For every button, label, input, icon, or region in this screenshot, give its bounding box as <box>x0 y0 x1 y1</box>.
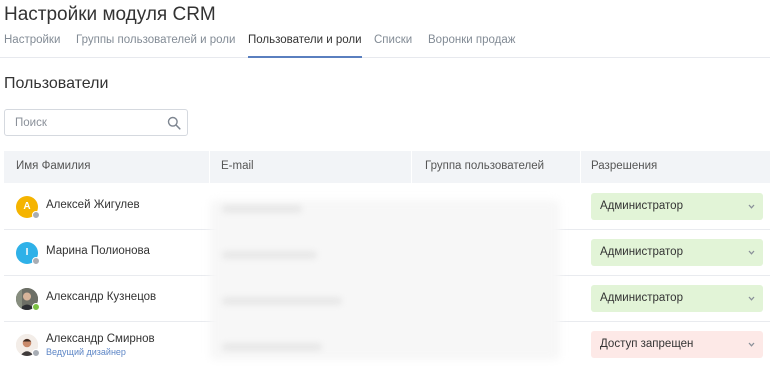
permission-select[interactable]: Доступ запрещен <box>591 331 763 358</box>
avatar-initial: А <box>23 201 31 212</box>
permission-value: Доступ запрещен <box>600 338 694 350</box>
column-divider <box>411 151 412 183</box>
section-title: Пользователи <box>4 75 109 92</box>
column-divider <box>209 151 210 183</box>
permission-value: Администратор <box>600 200 683 212</box>
avatar[interactable] <box>16 334 40 357</box>
user-role-link[interactable]: Ведущий дизайнер <box>46 347 126 357</box>
permission-select[interactable]: Администратор <box>591 285 763 312</box>
status-online-icon <box>32 303 40 311</box>
search-box <box>4 109 188 136</box>
user-name[interactable]: Александр Кузнецов <box>46 291 156 303</box>
tab-settings[interactable]: Настройки <box>4 34 60 58</box>
user-name[interactable]: Алексей Жигулев <box>46 199 140 211</box>
chevron-down-icon <box>748 342 755 347</box>
status-offline-icon <box>32 211 40 219</box>
column-header-name[interactable]: Имя Фамилия <box>16 160 90 172</box>
avatar[interactable] <box>16 288 40 311</box>
chevron-down-icon <box>748 296 755 301</box>
chevron-down-icon <box>748 250 755 255</box>
tab-lists[interactable]: Списки <box>374 34 412 58</box>
status-offline-icon <box>32 257 40 265</box>
permission-select[interactable]: Администратор <box>591 193 763 220</box>
search-icon[interactable] <box>167 116 181 130</box>
page-header: Настройки модуля CRM Настройки Группы по… <box>0 0 770 58</box>
page-title: Настройки модуля CRM <box>4 4 216 25</box>
tab-users-roles[interactable]: Пользователи и роли <box>248 34 362 58</box>
column-header-email[interactable]: E-mail <box>221 160 254 172</box>
search-input[interactable] <box>15 115 165 131</box>
tab-user-groups-roles[interactable]: Группы пользователей и роли <box>76 34 235 58</box>
redacted-text <box>222 343 322 351</box>
redacted-text <box>222 251 317 259</box>
avatar[interactable]: А <box>16 196 40 219</box>
permission-value: Администратор <box>600 246 683 258</box>
permission-value: Администратор <box>600 292 683 304</box>
tab-sales-funnels[interactable]: Воронки продаж <box>428 34 515 58</box>
avatar-initial: I <box>25 247 29 258</box>
table-header: Имя Фамилия E-mail Группа пользователей … <box>4 151 770 183</box>
column-header-group[interactable]: Группа пользователей <box>425 160 544 172</box>
redacted-text <box>222 205 302 213</box>
status-offline-icon <box>32 349 40 357</box>
column-divider <box>580 151 581 183</box>
redacted-area <box>210 200 560 360</box>
redacted-text <box>222 297 342 305</box>
user-name[interactable]: Александр Смирнов <box>46 333 155 345</box>
column-header-permissions[interactable]: Разрешения <box>591 160 657 172</box>
avatar[interactable]: I <box>16 242 40 265</box>
permission-select[interactable]: Администратор <box>591 239 763 266</box>
user-name[interactable]: Марина Полионова <box>46 245 150 257</box>
chevron-down-icon <box>748 204 755 209</box>
